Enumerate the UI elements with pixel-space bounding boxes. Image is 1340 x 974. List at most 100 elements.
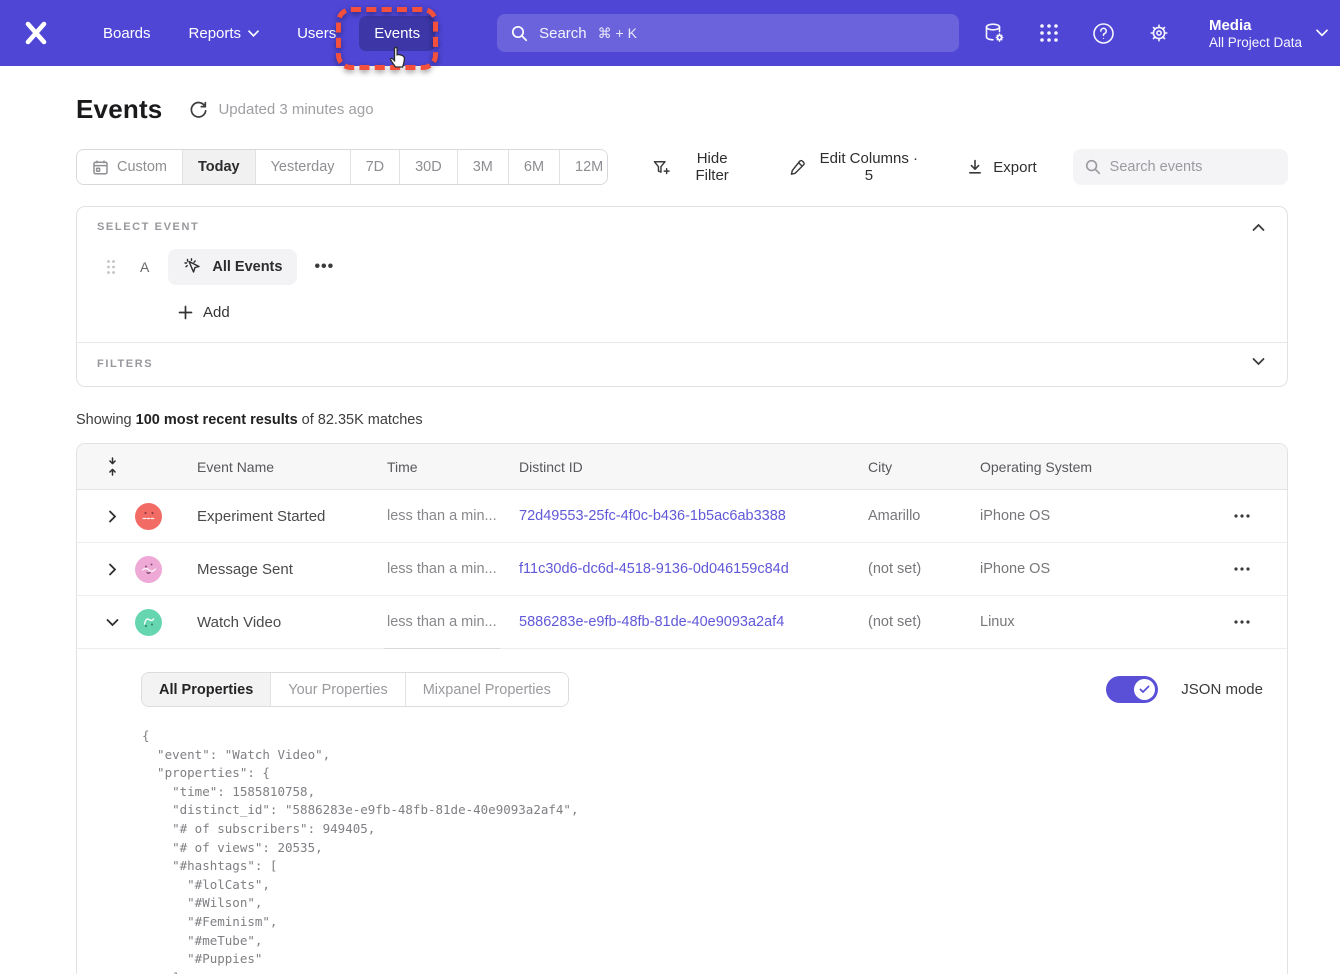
date-button-12m[interactable]: 12M xyxy=(559,150,608,184)
os-cell: iPhone OS xyxy=(980,508,1176,524)
expand-row-icon[interactable] xyxy=(102,557,123,582)
date-button-label: 12M xyxy=(575,159,603,175)
column-header-city[interactable]: City xyxy=(868,459,980,475)
calendar-icon xyxy=(92,159,109,176)
edit-columns-button[interactable]: Edit Columns · 5 xyxy=(789,150,922,184)
date-button-custom[interactable]: Custom xyxy=(77,150,182,184)
drag-handle-icon[interactable] xyxy=(106,259,116,275)
tab-label: Your Properties xyxy=(288,682,387,698)
event-avatar xyxy=(135,503,162,530)
data-management-icon[interactable] xyxy=(982,21,1006,45)
filters-section: FILTERS xyxy=(77,343,1287,386)
date-button-label: 6M xyxy=(524,159,544,175)
city-cell: (not set) xyxy=(868,561,980,577)
step-letter: A xyxy=(140,259,149,275)
tab-all-properties[interactable]: All Properties xyxy=(142,673,270,706)
global-search-input[interactable]: Search ⌘ + K xyxy=(497,14,959,52)
table-row[interactable]: Message Sent less than a min... f11c30d6… xyxy=(77,543,1287,596)
row-more-options-button[interactable] xyxy=(1228,561,1256,577)
event-json-viewer[interactable]: { "event": "Watch Video", "properties": … xyxy=(142,727,1267,974)
date-button-30d[interactable]: 30D xyxy=(399,150,457,184)
os-cell: Linux xyxy=(980,614,1176,630)
nav-item-label: Users xyxy=(297,25,336,42)
date-button-label: 7D xyxy=(366,159,385,175)
detail-toolbar: All Properties Your Properties Mixpanel … xyxy=(141,672,1267,707)
expand-section-icon[interactable] xyxy=(1248,353,1269,370)
search-placeholder: Search xyxy=(539,25,587,42)
settings-gear-icon[interactable] xyxy=(1147,21,1171,45)
event-name-cell: Watch Video xyxy=(197,614,387,631)
event-more-options-button[interactable]: ••• xyxy=(314,258,334,276)
date-button-today[interactable]: Today xyxy=(182,150,255,184)
tab-label: Mixpanel Properties xyxy=(423,682,551,698)
hide-filter-button[interactable]: Hide Filter xyxy=(652,150,745,184)
search-icon xyxy=(511,25,528,42)
events-search-field[interactable] xyxy=(1073,149,1288,185)
add-event-button[interactable]: Add xyxy=(178,304,230,321)
table-toolbar: Hide Filter Edit Columns · 5 Export xyxy=(608,149,1288,185)
column-header-os[interactable]: Operating System xyxy=(980,459,1176,475)
row-more-options-button[interactable] xyxy=(1228,614,1256,630)
plus-icon xyxy=(178,305,193,320)
distinct-id-link[interactable]: f11c30d6-dc6d-4518-9136-0d046159c84d xyxy=(519,561,868,577)
nav-item-events[interactable]: Events xyxy=(359,16,435,51)
primary-nav: Boards Reports Users Events xyxy=(88,16,435,51)
nav-item-users[interactable]: Users xyxy=(282,16,351,51)
apps-grid-icon[interactable] xyxy=(1038,22,1060,44)
nav-item-label: Boards xyxy=(103,25,151,42)
navbar-actions: Media All Project Data xyxy=(982,16,1340,51)
event-selector-button[interactable]: All Events xyxy=(168,249,297,285)
collapse-section-icon[interactable] xyxy=(1248,219,1269,236)
updated-timestamp: Updated 3 minutes ago xyxy=(218,101,373,118)
date-button-yesterday[interactable]: Yesterday xyxy=(255,150,350,184)
table-row[interactable]: Experiment Started less than a min... 72… xyxy=(77,490,1287,543)
results-summary: Showing 100 most recent results of 82.35… xyxy=(76,412,1288,428)
date-button-label: Yesterday xyxy=(271,159,335,175)
expand-row-icon[interactable] xyxy=(102,504,123,529)
nav-item-label: Reports xyxy=(189,25,242,42)
add-button-label: Add xyxy=(203,304,230,321)
events-page: Events Updated 3 minutes ago Custom Toda… xyxy=(76,94,1288,974)
export-button[interactable]: Export xyxy=(966,158,1036,176)
collapse-row-icon[interactable] xyxy=(100,612,125,633)
collapse-all-rows-icon[interactable] xyxy=(106,457,119,476)
page-title: Events xyxy=(76,94,162,125)
tab-mixpanel-properties[interactable]: Mixpanel Properties xyxy=(405,673,568,706)
toggle-knob xyxy=(1134,679,1155,700)
column-header-distinct-id[interactable]: Distinct ID xyxy=(519,459,868,475)
time-cell: less than a min... xyxy=(387,561,519,577)
filter-icon xyxy=(652,158,670,177)
distinct-id-link[interactable]: 5886283e-e9fb-48fb-81de-40e9093a2af4 xyxy=(519,614,868,630)
json-mode-label: JSON mode xyxy=(1181,681,1263,698)
row-more-options-button[interactable] xyxy=(1228,508,1256,524)
selected-event-label: All Events xyxy=(212,259,282,275)
project-switcher[interactable]: Media All Project Data xyxy=(1209,16,1328,51)
refresh-icon[interactable] xyxy=(189,100,208,119)
help-icon[interactable] xyxy=(1092,22,1115,45)
date-button-6m[interactable]: 6M xyxy=(508,150,559,184)
nav-item-reports[interactable]: Reports xyxy=(174,16,275,51)
mixpanel-logo-icon[interactable] xyxy=(22,20,50,46)
select-event-section: SELECT EVENT A A xyxy=(77,207,1287,342)
nav-item-label: Events xyxy=(374,25,420,42)
json-mode-toggle[interactable] xyxy=(1106,676,1158,703)
os-cell: iPhone OS xyxy=(980,561,1176,577)
download-icon xyxy=(966,158,984,176)
time-cell: less than a min... xyxy=(387,508,519,524)
date-button-7d[interactable]: 7D xyxy=(350,150,400,184)
column-header-event-name[interactable]: Event Name xyxy=(197,459,387,475)
edit-columns-label: Edit Columns · 5 xyxy=(815,150,922,184)
distinct-id-link[interactable]: 72d49553-25fc-4f0c-b436-1b5ac6ab3388 xyxy=(519,508,868,524)
nav-item-boards[interactable]: Boards xyxy=(88,16,166,51)
events-search-input[interactable] xyxy=(1110,159,1270,175)
date-button-3m[interactable]: 3M xyxy=(457,150,508,184)
search-icon xyxy=(1085,159,1101,175)
hide-filter-label: Hide Filter xyxy=(679,150,745,184)
page-header: Events Updated 3 minutes ago xyxy=(76,94,1288,125)
pencil-icon xyxy=(789,158,806,176)
column-header-time[interactable]: Time xyxy=(387,459,519,475)
date-button-label: Today xyxy=(198,159,240,175)
tab-your-properties[interactable]: Your Properties xyxy=(270,673,404,706)
event-avatar xyxy=(135,609,162,636)
table-row-expanded[interactable]: Watch Video less than a min... 5886283e-… xyxy=(77,596,1287,649)
